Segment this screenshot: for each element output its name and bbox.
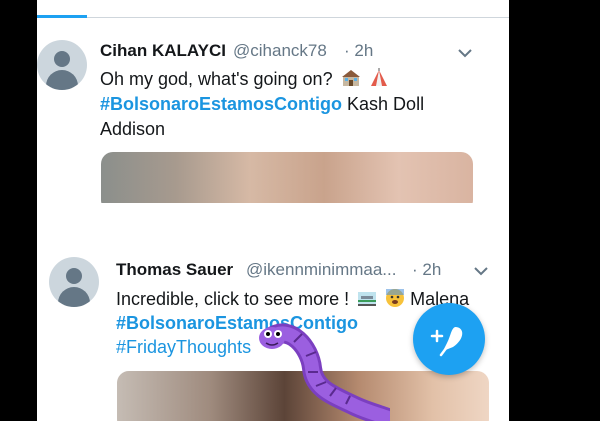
- school-emoji: [341, 70, 360, 86]
- tweet-media-image[interactable]: [101, 152, 473, 203]
- anxious-face-emoji: [386, 289, 405, 307]
- tweet-card-1: Cihan KALAYCI @cihanck78 · 2h Oh my god,…: [37, 0, 509, 203]
- compose-feather-icon: [430, 327, 463, 357]
- tweet-author-name[interactable]: Thomas Sauer: [116, 260, 233, 280]
- active-tab-indicator: [37, 15, 87, 18]
- tweet-text-line1: Oh my god, what's going on?: [100, 69, 333, 89]
- purple-worm-sticker: [259, 323, 390, 421]
- tweet-text-line1: Incredible, click to see more !: [116, 289, 350, 309]
- hashtag-link[interactable]: #BolsonaroEstamosContigo: [100, 94, 342, 114]
- circus-tent-emoji: [370, 68, 387, 86]
- tweet-author-name[interactable]: Cihan KALAYCI: [100, 41, 226, 61]
- tweet-text-line3: #FridayThoughts: [116, 335, 251, 360]
- tweet-text-line2: #BolsonaroEstamosContigo Kash Doll: [100, 92, 424, 117]
- avatar[interactable]: [37, 40, 87, 90]
- tweet-author-handle[interactable]: @ikennminimmaa...: [246, 260, 396, 280]
- compose-tweet-button[interactable]: [413, 303, 485, 375]
- tweet-text-extra: Kash Doll: [342, 94, 425, 114]
- tab-divider: [37, 17, 509, 18]
- tweet-text: Oh my god, what's going on?: [100, 67, 389, 92]
- avatar[interactable]: [49, 257, 99, 307]
- chevron-down-icon[interactable]: [456, 44, 474, 62]
- tweet-text-line3: Addison: [100, 119, 166, 139]
- railway-emoji: [358, 292, 377, 306]
- chevron-down-icon[interactable]: [472, 262, 490, 280]
- tweet-timestamp[interactable]: · 2h: [412, 260, 441, 280]
- tweet-timestamp[interactable]: · 2h: [344, 41, 373, 61]
- tweet-author-handle[interactable]: @cihanck78: [233, 41, 327, 61]
- hashtag-link[interactable]: #FridayThoughts: [116, 337, 251, 357]
